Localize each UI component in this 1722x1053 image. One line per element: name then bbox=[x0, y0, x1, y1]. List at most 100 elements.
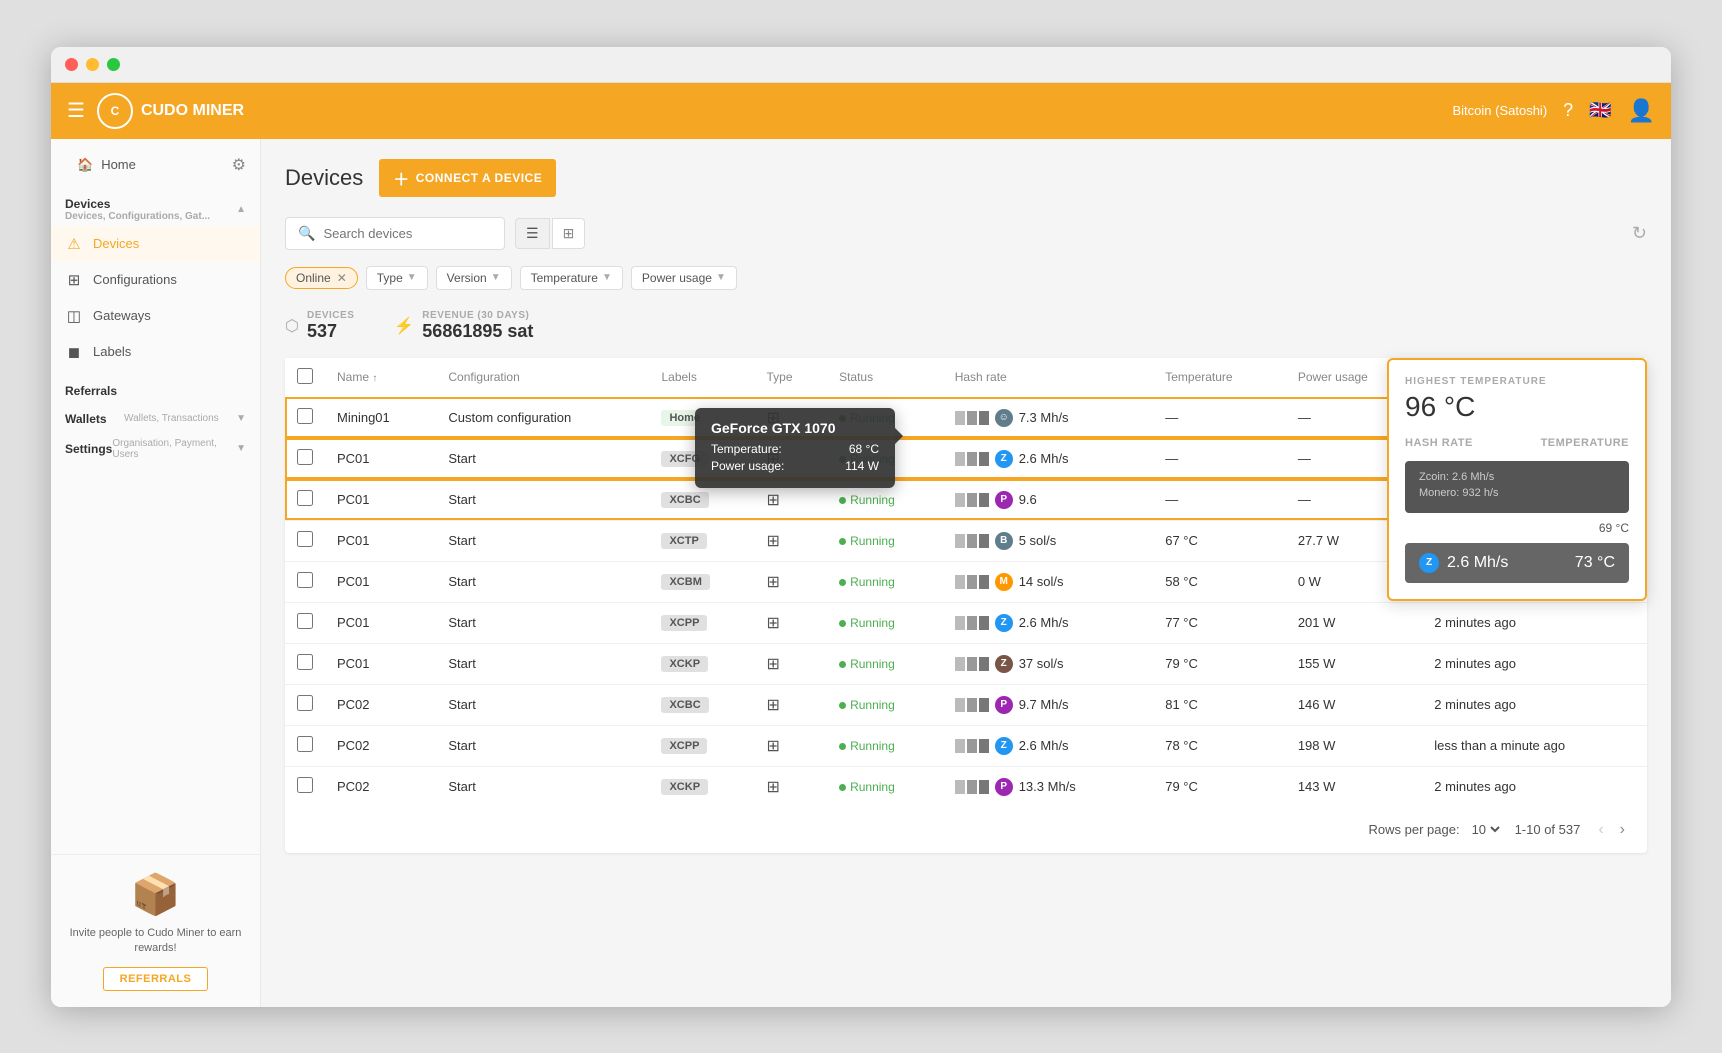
status-badge: Running bbox=[839, 657, 895, 671]
sidebar-item-devices[interactable]: ⚠ Devices bbox=[51, 226, 260, 262]
os-icon: ⊞ bbox=[767, 574, 780, 591]
row-checkbox[interactable] bbox=[297, 777, 313, 793]
device-status: Running bbox=[827, 561, 943, 602]
device-power: 146 W bbox=[1286, 684, 1422, 725]
device-type: ⊞ bbox=[755, 561, 828, 602]
wallets-section-title: Wallets bbox=[65, 412, 107, 426]
status-badge: Running bbox=[839, 493, 895, 507]
device-config: Custom configuration bbox=[436, 397, 649, 438]
row-checkbox[interactable] bbox=[297, 572, 313, 588]
hamburger-icon[interactable]: ☰ bbox=[67, 98, 85, 123]
device-label: XCBC bbox=[649, 684, 754, 725]
device-type: ⊞ bbox=[755, 684, 828, 725]
page-title: Devices bbox=[285, 165, 363, 191]
device-label: XCTP bbox=[649, 520, 754, 561]
device-label: XCKP bbox=[649, 766, 754, 807]
grid-view-button[interactable]: ⊞ bbox=[552, 218, 586, 249]
os-icon: ⊞ bbox=[767, 533, 780, 550]
device-info-card: HIGHEST TEMPERATURE 96 °C Hash rate Temp… bbox=[1387, 358, 1647, 601]
device-temp: 77 °C bbox=[1153, 602, 1286, 643]
search-box: 🔍 bbox=[285, 217, 505, 250]
device-name: PC01 bbox=[325, 520, 436, 561]
device-label: XCBM bbox=[649, 561, 754, 602]
logo: C CUDO MINER bbox=[97, 93, 244, 129]
plus-icon: ＋ bbox=[393, 166, 410, 190]
remove-online-filter[interactable]: ✕ bbox=[337, 271, 347, 285]
row-checkbox[interactable] bbox=[297, 531, 313, 547]
sidebar-item-home[interactable]: 🏠 Home bbox=[65, 149, 148, 181]
top-navigation: ☰ C CUDO MINER Bitcoin (Satoshi) ? 🇬🇧 👤 bbox=[51, 83, 1671, 139]
content-area: Devices ＋ CONNECT A DEVICE 🔍 ☰ ⊞ bbox=[261, 139, 1671, 1007]
status-badge: Running bbox=[839, 534, 895, 548]
device-hashrate: M 14 sol/s bbox=[943, 561, 1154, 602]
sidebar-item-labels[interactable]: ◼ Labels bbox=[51, 334, 260, 370]
help-icon[interactable]: ? bbox=[1563, 100, 1573, 121]
device-status: Running bbox=[827, 643, 943, 684]
device-lastseen: 2 minutes ago bbox=[1422, 643, 1647, 684]
power-filter[interactable]: Power usage ▼ bbox=[631, 266, 737, 290]
zcoin-icon-big: Z bbox=[1419, 553, 1439, 573]
version-filter[interactable]: Version ▼ bbox=[436, 266, 512, 290]
wallets-chevron: ▼ bbox=[236, 413, 246, 424]
device-status: Running bbox=[827, 725, 943, 766]
device-lastseen: 2 minutes ago bbox=[1422, 602, 1647, 643]
sidebar-item-gateways[interactable]: ◫ Gateways bbox=[51, 298, 260, 334]
device-label: XCPP bbox=[649, 725, 754, 766]
status-badge: Running bbox=[839, 616, 895, 630]
rows-per-page-select[interactable]: 10 25 50 bbox=[1468, 821, 1503, 838]
table-row: PC02 Start XCPP ⊞ Running Z 2.6 Mh/s 78 … bbox=[285, 725, 1647, 766]
device-type: ⊞ bbox=[755, 725, 828, 766]
status-badge: Running bbox=[839, 575, 895, 589]
hashrate-card-multi: Zcoin: 2.6 Mh/s Monero: 932 h/s bbox=[1405, 461, 1629, 513]
table-row: PC02 Start XCBC ⊞ Running P 9.7 Mh/s 81 … bbox=[285, 684, 1647, 725]
maximize-btn[interactable] bbox=[107, 58, 120, 71]
devices-section: Devices Devices, Configurations, Gat... … bbox=[51, 187, 260, 370]
row-checkbox[interactable] bbox=[297, 695, 313, 711]
currency-selector[interactable]: Bitcoin (Satoshi) bbox=[1453, 103, 1548, 118]
device-config: Start bbox=[436, 643, 649, 684]
search-icon: 🔍 bbox=[298, 225, 315, 242]
power-filter-arrow: ▼ bbox=[716, 272, 726, 283]
language-selector[interactable]: 🇬🇧 bbox=[1589, 100, 1611, 121]
temperature-filter[interactable]: Temperature ▼ bbox=[520, 266, 623, 290]
device-tooltip: GeForce GTX 1070 Temperature: 68 °C Powe… bbox=[695, 408, 895, 488]
connect-device-button[interactable]: ＋ CONNECT A DEVICE bbox=[379, 159, 556, 197]
row-checkbox[interactable] bbox=[297, 654, 313, 670]
search-input[interactable] bbox=[323, 226, 492, 241]
referral-button[interactable]: REFERRALS bbox=[103, 967, 209, 991]
type-filter[interactable]: Type ▼ bbox=[366, 266, 428, 290]
list-view-button[interactable]: ☰ bbox=[515, 218, 550, 249]
next-page-button[interactable]: › bbox=[1614, 819, 1631, 841]
tooltip-temp-row: Temperature: 68 °C bbox=[711, 442, 879, 456]
device-temp: — bbox=[1153, 397, 1286, 438]
prev-page-button[interactable]: ‹ bbox=[1592, 819, 1609, 841]
app-window: ☰ C CUDO MINER Bitcoin (Satoshi) ? 🇬🇧 👤 … bbox=[51, 47, 1671, 1007]
gateway-icon: ◫ bbox=[65, 307, 83, 325]
chevron-icon: ▲ bbox=[236, 204, 246, 215]
status-badge: Running bbox=[839, 739, 895, 753]
name-column-header[interactable]: Name ↑ bbox=[325, 358, 436, 398]
sidebar-item-configurations[interactable]: ⊞ Configurations bbox=[51, 262, 260, 298]
refresh-button[interactable]: ↻ bbox=[1632, 223, 1647, 244]
logo-icon: C bbox=[97, 93, 133, 129]
select-all-checkbox[interactable] bbox=[297, 368, 313, 384]
device-power: 143 W bbox=[1286, 766, 1422, 807]
row-checkbox[interactable] bbox=[297, 613, 313, 629]
device-type: ⊞ bbox=[755, 643, 828, 684]
settings-section-title: Settings bbox=[65, 442, 112, 456]
row-checkbox[interactable] bbox=[297, 449, 313, 465]
device-temp: 79 °C bbox=[1153, 766, 1286, 807]
info-card-header-row: Hash rate Temperature bbox=[1405, 437, 1629, 453]
close-btn[interactable] bbox=[65, 58, 78, 71]
row-checkbox[interactable] bbox=[297, 408, 313, 424]
row-checkbox[interactable] bbox=[297, 490, 313, 506]
warning-icon: ⚠ bbox=[65, 235, 83, 253]
row-checkbox[interactable] bbox=[297, 736, 313, 752]
minimize-btn[interactable] bbox=[86, 58, 99, 71]
online-filter-chip[interactable]: Online ✕ bbox=[285, 267, 358, 289]
gear-icon[interactable]: ⚙ bbox=[232, 155, 246, 175]
status-badge: Running bbox=[839, 780, 895, 794]
user-icon[interactable]: 👤 bbox=[1628, 98, 1655, 124]
device-power: 155 W bbox=[1286, 643, 1422, 684]
logo-text: CUDO MINER bbox=[141, 102, 244, 120]
